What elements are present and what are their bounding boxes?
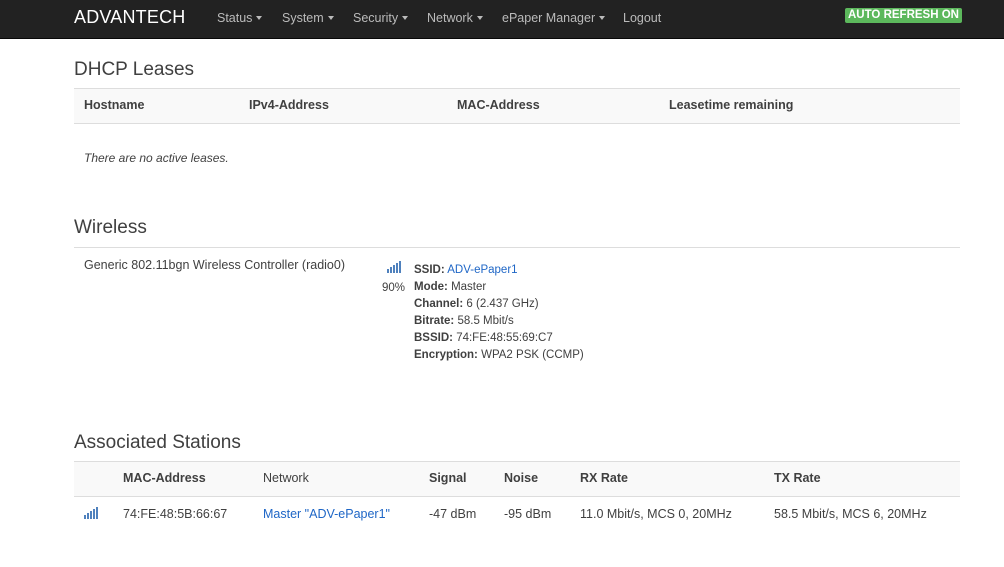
signal-bar	[396, 263, 398, 273]
signal-bar	[390, 267, 392, 273]
signal-strength-icon	[84, 507, 98, 519]
chevron-down-icon	[327, 16, 334, 20]
wireless-divider	[74, 247, 960, 248]
auto-refresh-badge[interactable]: AUTO REFRESH ON	[845, 8, 962, 23]
associated-stations-title: Associated Stations	[74, 432, 241, 453]
column-header-mac-address: MAC-Address	[457, 98, 540, 112]
detail-key: Channel:	[414, 298, 464, 310]
detail-mode: Mode: Master	[414, 279, 584, 296]
column-header-noise: Noise	[504, 471, 539, 485]
nav-menu-label: Status	[217, 11, 253, 25]
nav-menu-label: Security	[353, 11, 399, 25]
signal-bar	[387, 269, 389, 273]
column-header-signal: Signal	[429, 471, 467, 485]
signal-strength-icon	[387, 261, 401, 273]
column-header-network: Network	[263, 471, 309, 485]
wireless-details: SSID: ADV-ePaper1 Mode: Master Channel: …	[414, 262, 584, 364]
detail-key: SSID:	[414, 264, 445, 276]
detail-encryption: Encryption: WPA2 PSK (CCMP)	[414, 347, 584, 364]
nav-menu-system[interactable]: System	[282, 11, 334, 25]
wireless-device-name: Generic 802.11bgn Wireless Controller (r…	[84, 258, 345, 272]
signal-percent: 90%	[382, 282, 406, 294]
signal-bar	[84, 515, 86, 519]
station-mac-address: 74:FE:48:5B:66:67	[123, 507, 228, 521]
station-signal: -47 dBm	[429, 507, 477, 521]
chevron-down-icon	[402, 16, 409, 20]
detail-value: 6 (2.437 GHz)	[466, 298, 539, 310]
column-header-ipv4-address: IPv4-Address	[249, 98, 329, 112]
wireless-title: Wireless	[74, 217, 147, 238]
station-tx-rate: 58.5 Mbit/s, MCS 6, 20MHz	[774, 507, 927, 521]
ssid-link[interactable]: ADV-ePaper1	[447, 264, 517, 276]
nav-menu-epaper-manager[interactable]: ePaper Manager	[502, 11, 606, 25]
signal-bar	[90, 511, 92, 519]
column-header-leasetime: Leasetime remaining	[669, 98, 794, 112]
column-header-hostname: Hostname	[84, 98, 145, 112]
signal-bar	[93, 509, 95, 519]
nav-menu-label: Network	[427, 11, 473, 25]
no-leases-message: There are no active leases.	[84, 151, 229, 165]
detail-channel: Channel: 6 (2.437 GHz)	[414, 296, 584, 313]
detail-value: 74:FE:48:55:69:C7	[456, 332, 553, 344]
nav-menu-label: ePaper Manager	[502, 11, 596, 25]
chevron-down-icon	[599, 16, 606, 20]
detail-bssid: BSSID: 74:FE:48:55:69:C7	[414, 330, 584, 347]
top-navbar: ADVANTECH Status System Security Network…	[0, 0, 1004, 39]
signal-bar	[399, 261, 401, 273]
column-header-tx-rate: TX Rate	[774, 471, 821, 485]
station-rx-rate: 11.0 Mbit/s, MCS 0, 20MHz	[580, 507, 732, 521]
station-noise: -95 dBm	[504, 507, 552, 521]
detail-key: Encryption:	[414, 349, 478, 361]
column-header-rx-rate: RX Rate	[580, 471, 628, 485]
nav-menu-label: Logout	[623, 11, 662, 25]
detail-value: 58.5 Mbit/s	[457, 315, 514, 327]
detail-value: Master	[451, 281, 487, 293]
signal-bar	[87, 513, 89, 519]
brand-logo[interactable]: ADVANTECH	[74, 7, 185, 27]
nav-menu-logout[interactable]: Logout	[623, 11, 661, 25]
column-header-mac-address: MAC-Address	[123, 471, 206, 485]
detail-key: Mode:	[414, 281, 448, 293]
nav-menu-status[interactable]: Status	[217, 11, 263, 25]
chevron-down-icon	[476, 16, 483, 20]
detail-value: WPA2 PSK (CCMP)	[481, 349, 584, 361]
signal-bar	[96, 507, 98, 519]
nav-menu-label: System	[282, 11, 324, 25]
nav-menu-network[interactable]: Network	[427, 11, 483, 25]
detail-key: Bitrate:	[414, 315, 455, 327]
detail-ssid: SSID: ADV-ePaper1	[414, 262, 584, 279]
detail-bitrate: Bitrate: 58.5 Mbit/s	[414, 313, 584, 330]
signal-bar	[393, 265, 395, 273]
detail-key: BSSID:	[414, 332, 453, 344]
chevron-down-icon	[256, 16, 263, 20]
station-network-link[interactable]: Master "ADV-ePaper1"	[263, 507, 390, 521]
dhcp-leases-title: DHCP Leases	[74, 59, 195, 80]
nav-menu-security[interactable]: Security	[353, 11, 409, 25]
